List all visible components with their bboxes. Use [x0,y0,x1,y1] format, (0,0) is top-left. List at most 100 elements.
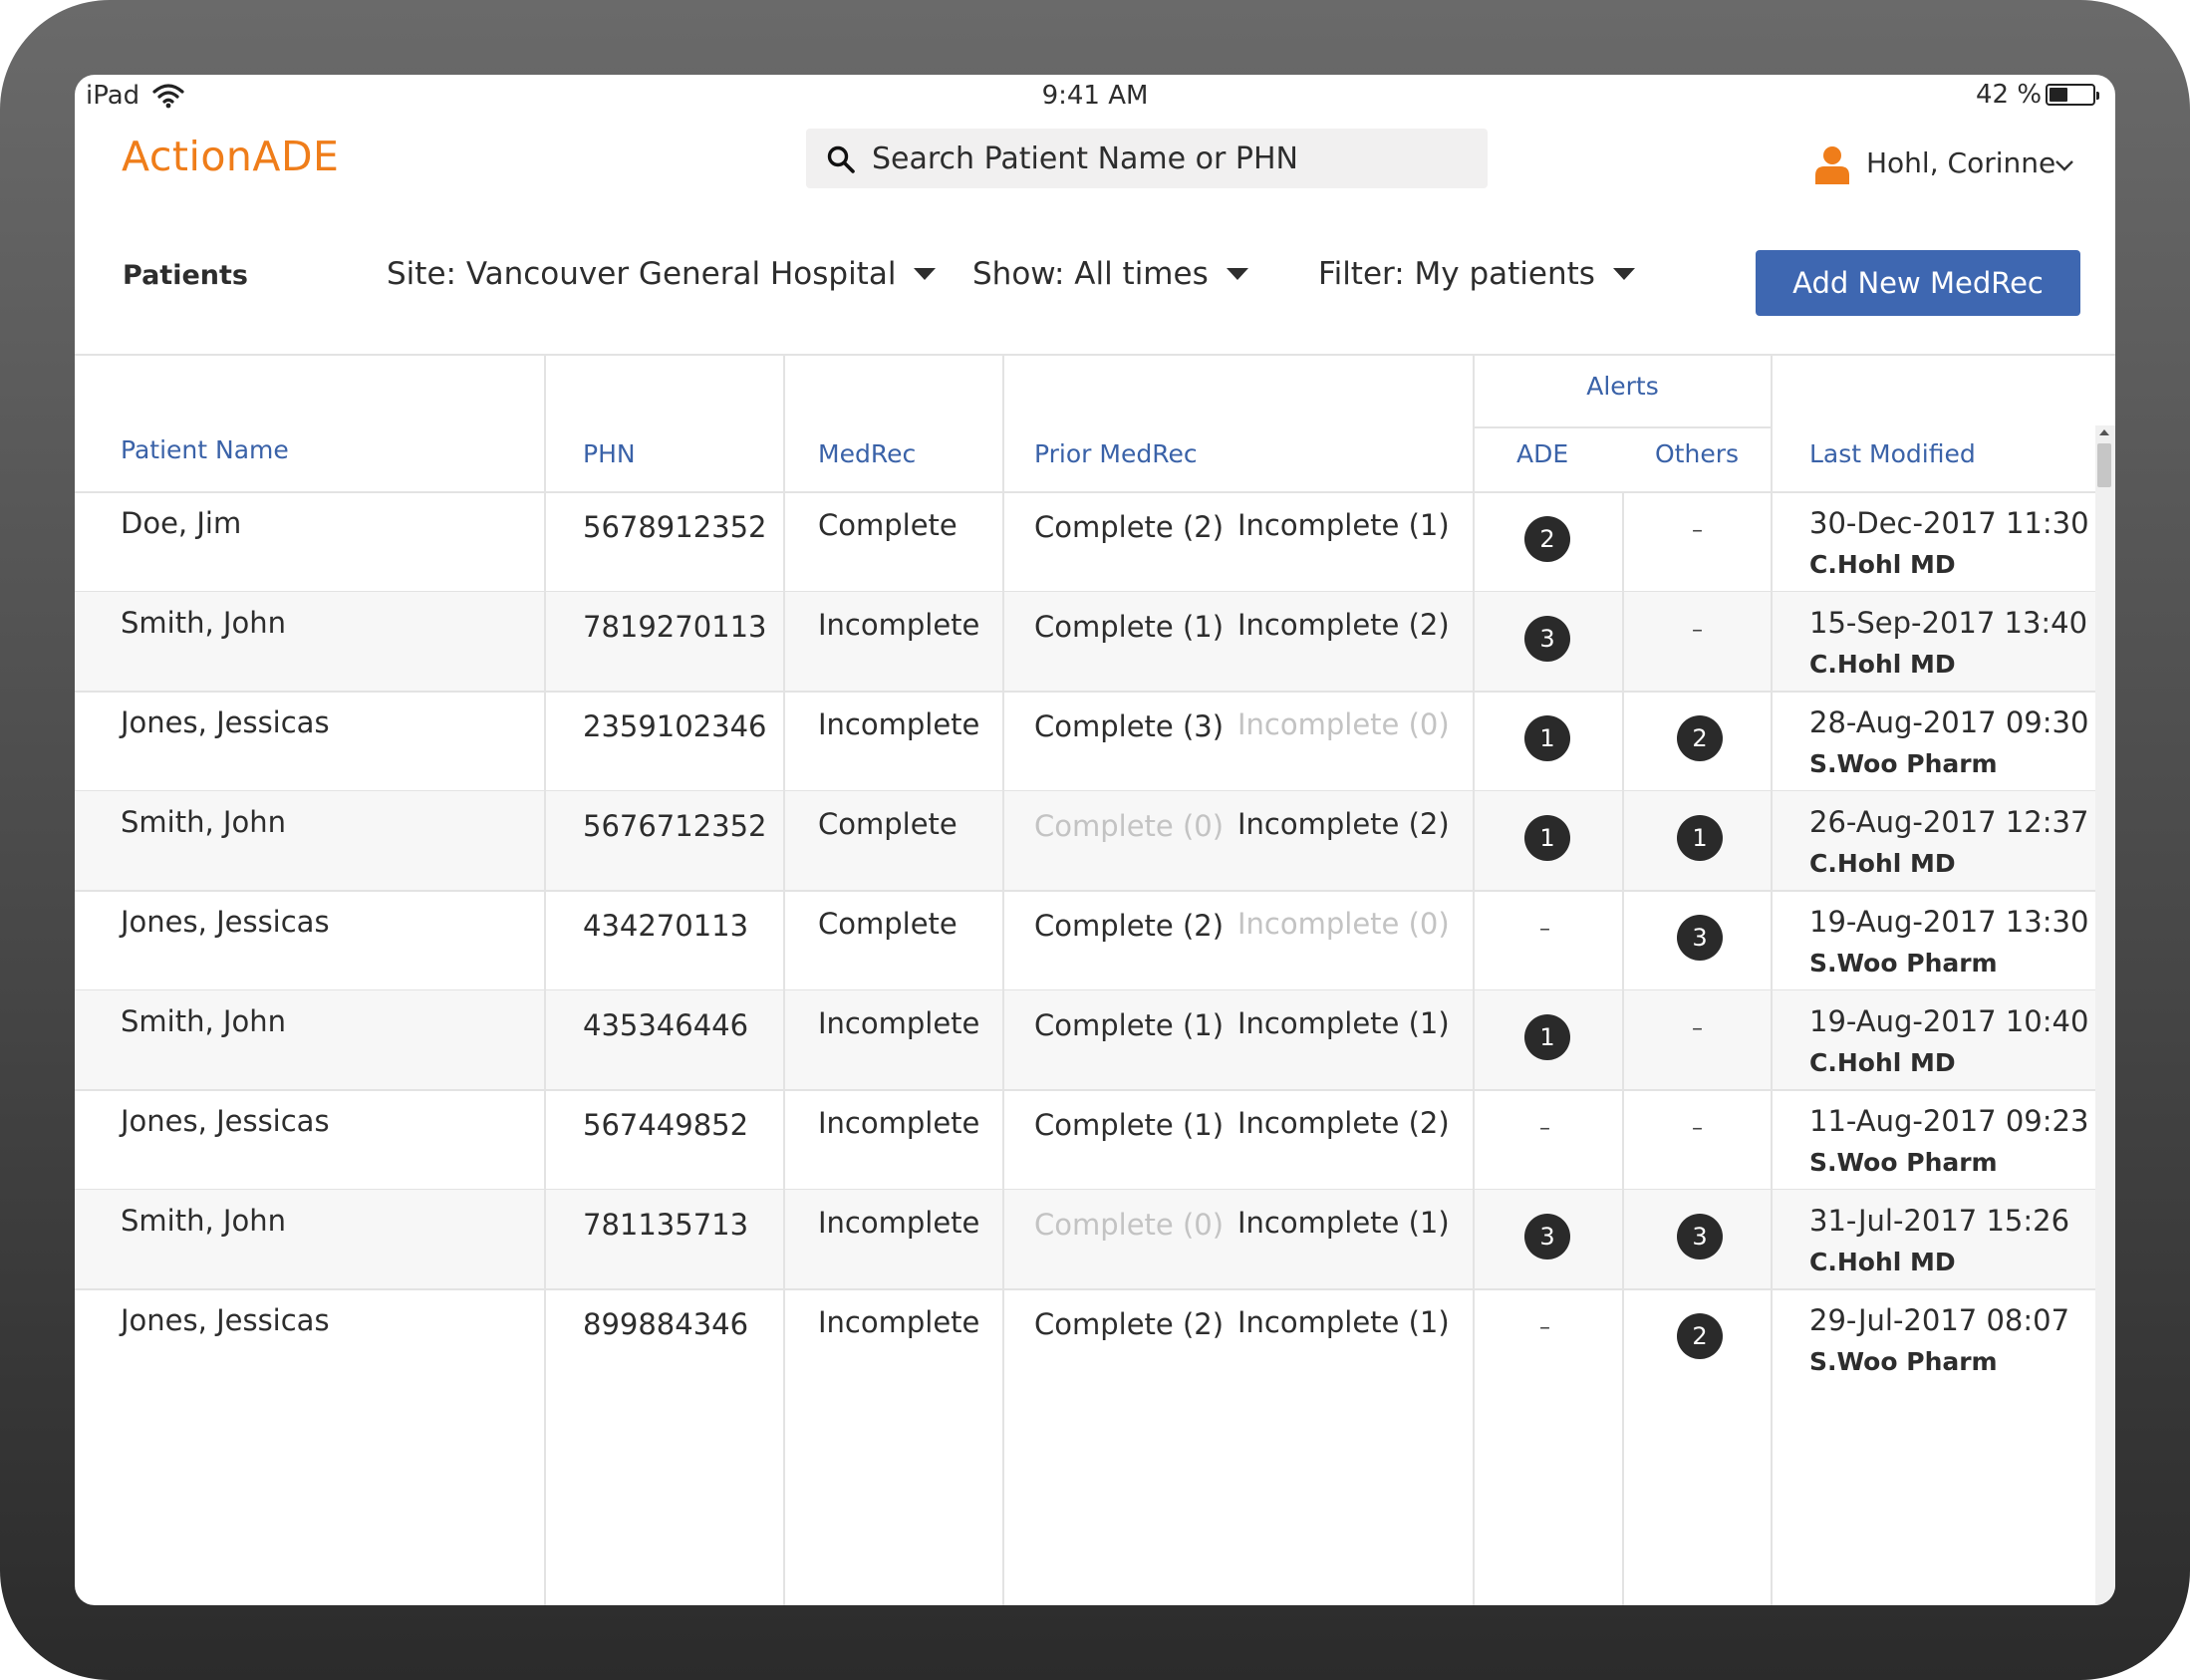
phn-value: 781135713 [583,1208,749,1242]
filter-dropdown[interactable]: Filter: My patients [1318,256,1635,292]
scrollbar-thumb[interactable] [2097,443,2111,487]
phn-value: 435346446 [583,1008,749,1042]
table-row[interactable]: Jones, Jessicas 2359102346 Incomplete Compl… [75,692,2095,790]
table-row[interactable]: Jones, Jessicas 434270113 Complete Complete… [75,891,2095,989]
last-modified-by: C.Hohl MD [1809,849,1956,878]
prior-complete-count: Complete (2) [1034,1307,1225,1341]
table-row[interactable]: Jones, Jessicas 899884346 Incomplete Comple… [75,1289,2095,1388]
patient-name: Smith, John [121,1004,286,1038]
others-empty: – [1692,1116,1703,1141]
phn-value: 7819270113 [583,610,767,644]
device-frame: iPad 9:41 AM 42 % ActionADE Search Patie… [0,0,2190,1680]
last-modified-date: 30-Dec-2017 11:30 [1809,506,2089,540]
last-modified-by: C.Hohl MD [1809,550,1956,579]
prior-complete-count: Complete (2) [1034,909,1225,943]
last-modified-date: 29-Jul-2017 08:07 [1809,1303,2070,1337]
prior-complete-count: Complete (2) [1034,510,1225,544]
patient-name: Doe, Jim [121,506,242,540]
ade-alert-badge: 2 [1524,516,1570,562]
table-row[interactable]: Doe, Jim 5678912352 Complete Complete (2) In… [75,492,2095,591]
header-prior-medrec[interactable]: Prior MedRec [1034,439,1198,468]
last-modified-date: 26-Aug-2017 12:37 [1809,805,2089,839]
prior-complete-count: Complete (0) [1034,1208,1225,1242]
patient-name: Smith, John [121,1204,286,1238]
prior-complete-count: Complete (1) [1034,1008,1225,1042]
filter-dropdown-label: Filter: My patients [1318,256,1595,292]
caret-down-icon [1226,267,1248,280]
phn-value: 5676712352 [583,809,767,843]
header-bottom-border [75,491,2095,493]
others-empty: – [1692,1016,1703,1041]
patient-name: Jones, Jessicas [121,705,330,739]
prior-incomplete-count: Incomplete (2) [1237,1106,1450,1140]
table-row[interactable]: Smith, John 435346446 Incomplete Complete (… [75,990,2095,1089]
last-modified-by: C.Hohl MD [1809,1248,1956,1276]
prior-incomplete-count: Incomplete (0) [1237,907,1450,941]
header-last-modified[interactable]: Last Modified [1809,439,1976,468]
medrec-status: Complete [818,508,958,542]
others-alert-badge: 3 [1677,915,1723,961]
patient-name: Jones, Jessicas [121,905,330,939]
column-divider [1473,354,1475,1605]
search-box[interactable] [806,129,1488,188]
user-name: Hohl, Corinne [1866,146,2056,179]
patient-name: Smith, John [121,606,286,640]
medrec-status: Incomplete [818,707,980,741]
last-modified-date: 15-Sep-2017 13:40 [1809,606,2088,640]
last-modified-by: S.Woo Pharm [1809,1148,1998,1177]
column-divider [1771,354,1773,1605]
others-alert-badge: 2 [1677,1313,1723,1359]
table-row[interactable]: Smith, John 781135713 Incomplete Complete (… [75,1190,2095,1288]
header-patient-name[interactable]: Patient Name [121,435,289,464]
table-top-border [75,354,2115,356]
column-divider [783,354,785,1605]
header-phn[interactable]: PHN [583,439,636,468]
others-empty: – [1692,618,1703,643]
site-dropdown[interactable]: Site: Vancouver General Hospital [387,256,937,292]
status-time: 9:41 AM [1041,81,1149,111]
scroll-up-arrow-icon[interactable] [2099,429,2109,435]
add-new-medrec-button[interactable]: Add New MedRec [1756,250,2080,316]
medrec-status: Incomplete [818,1206,980,1240]
chevron-down-icon [2055,160,2073,171]
caret-down-icon [1612,267,1635,280]
battery-icon [2046,84,2099,106]
ade-alert-badge: 1 [1524,815,1570,861]
last-modified-date: 11-Aug-2017 09:23 [1809,1104,2089,1138]
last-modified-date: 19-Aug-2017 13:30 [1809,905,2089,939]
column-divider [1002,354,1004,1605]
table-row[interactable]: Smith, John 7819270113 Incomplete Complete … [75,592,2095,691]
medrec-status: Complete [818,907,958,941]
patient-name: Jones, Jessicas [121,1104,330,1138]
last-modified-by: S.Woo Pharm [1809,749,1998,778]
phn-value: 567449852 [583,1108,749,1142]
medrec-status: Incomplete [818,1305,980,1339]
last-modified-by: C.Hohl MD [1809,1048,1956,1077]
ade-empty: – [1539,1116,1550,1141]
prior-incomplete-count: Incomplete (1) [1237,1305,1450,1339]
column-divider [544,354,546,1605]
last-modified-by: C.Hohl MD [1809,650,1956,679]
last-modified-date: 19-Aug-2017 10:40 [1809,1004,2089,1038]
others-alert-badge: 1 [1677,815,1723,861]
app-screen: iPad 9:41 AM 42 % ActionADE Search Patie… [75,75,2115,1605]
header-alerts: Alerts [1586,372,1659,401]
header-ade[interactable]: ADE [1516,439,1568,468]
last-modified-by: S.Woo Pharm [1809,1347,1998,1376]
patients-label: Patients [123,260,248,291]
search-icon [827,145,855,173]
prior-complete-count: Complete (1) [1034,1108,1225,1142]
header-others[interactable]: Others [1655,439,1739,468]
last-modified-by: S.Woo Pharm [1809,949,1998,978]
prior-incomplete-count: Incomplete (2) [1237,608,1450,642]
table-row[interactable]: Jones, Jessicas 567449852 Incomplete Comple… [75,1090,2095,1189]
show-dropdown[interactable]: Show: All times [972,256,1248,292]
prior-incomplete-count: Incomplete (1) [1237,1006,1450,1040]
scrollbar-track[interactable] [2095,425,2115,1605]
header-medrec[interactable]: MedRec [818,439,916,468]
alerts-header-divider [1473,426,1771,428]
search-input[interactable] [872,129,1470,188]
patients-table: Doe, Jim 5678912352 Complete Complete (2) In… [75,354,2115,1605]
others-empty: – [1692,518,1703,543]
table-row[interactable]: Smith, John 5676712352 Complete Complete (0… [75,791,2095,890]
